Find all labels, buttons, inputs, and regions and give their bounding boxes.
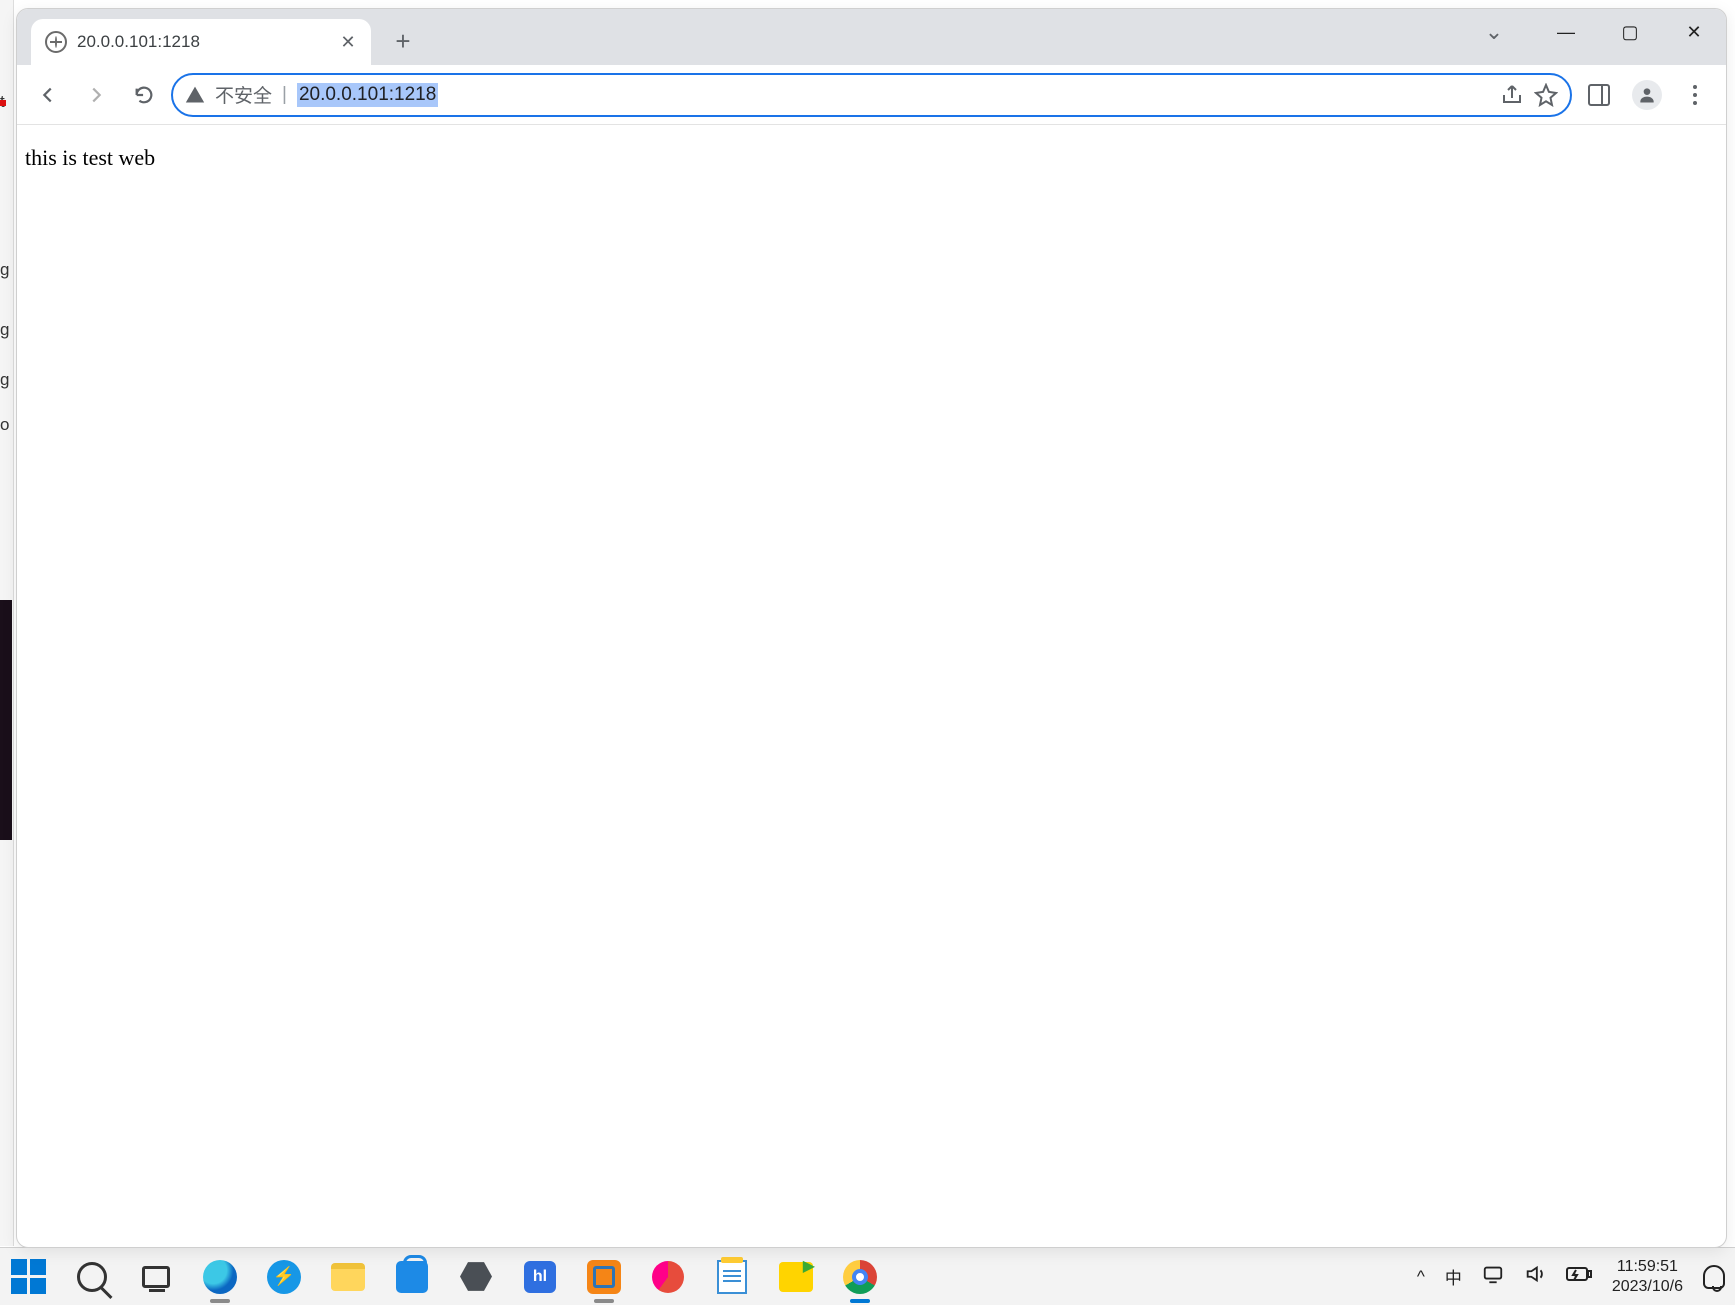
taskbar-search-button[interactable]	[74, 1259, 110, 1295]
file-explorer-icon[interactable]	[330, 1259, 366, 1295]
warning-icon	[185, 85, 205, 105]
start-button[interactable]	[10, 1259, 46, 1295]
ghost-char: g	[0, 370, 9, 390]
ime-indicator[interactable]: 中	[1445, 1264, 1462, 1289]
volume-icon[interactable]	[1524, 1263, 1546, 1290]
vmware-app-icon[interactable]	[586, 1259, 622, 1295]
minimize-button[interactable]: —	[1534, 9, 1598, 55]
side-panel-button[interactable]	[1578, 74, 1620, 116]
browser-toolbar: 不安全 | 20.0.0.101:1218	[17, 65, 1726, 125]
thunder-app-icon[interactable]	[266, 1259, 302, 1295]
bookmark-star-icon[interactable]	[1534, 83, 1558, 107]
chrome-menu-button[interactable]	[1674, 74, 1716, 116]
security-status: 不安全	[215, 81, 272, 108]
taskbar-clock[interactable]: 11:59:51 2023/10/6	[1612, 1257, 1683, 1295]
tab-strip: 20.0.0.101:1218 ✕ + ⌄ — ▢ ✕	[17, 9, 1726, 65]
window-caption-buttons: ⌄ — ▢ ✕	[1462, 9, 1726, 55]
forward-button[interactable]	[75, 74, 117, 116]
taskbar-pinned-apps: hl	[10, 1259, 878, 1295]
close-window-button[interactable]: ✕	[1662, 9, 1726, 55]
tab-search-button[interactable]: ⌄	[1462, 9, 1526, 55]
network-icon[interactable]	[1482, 1263, 1504, 1290]
reload-button[interactable]	[123, 74, 165, 116]
browser-tab[interactable]: 20.0.0.101:1218 ✕	[31, 19, 371, 65]
new-tab-button[interactable]: +	[383, 21, 423, 61]
clock-date: 2023/10/6	[1612, 1277, 1683, 1296]
potplayer-app-icon[interactable]	[778, 1259, 814, 1295]
hex-app-icon[interactable]	[458, 1259, 494, 1295]
page-content: this is test web	[17, 125, 1726, 191]
edge-app-icon[interactable]	[202, 1259, 238, 1295]
windows-taskbar: hl ^ 中 11:59:51 2023/10/6	[0, 1247, 1735, 1305]
avatar-icon	[1632, 80, 1662, 110]
chrome-app-icon[interactable]	[842, 1259, 878, 1295]
share-icon[interactable]	[1500, 83, 1524, 107]
notepad-app-icon[interactable]	[714, 1259, 750, 1295]
ghost-char: g	[0, 260, 9, 280]
separator: |	[282, 84, 287, 106]
clock-time: 11:59:51	[1612, 1257, 1683, 1276]
microsoft-store-icon[interactable]	[394, 1259, 430, 1295]
background-window-sliver: t g g g o	[0, 0, 14, 1246]
page-body-text: this is test web	[25, 145, 155, 170]
url-text: 20.0.0.101:1218	[297, 83, 438, 107]
system-tray: ^ 中 11:59:51 2023/10/6	[1417, 1257, 1725, 1295]
spiral-app-icon[interactable]	[650, 1259, 686, 1295]
ghost-char: g	[0, 320, 9, 340]
profile-button[interactable]	[1626, 74, 1668, 116]
todesk-app-icon[interactable]: hl	[522, 1259, 558, 1295]
tab-title: 20.0.0.101:1218	[77, 32, 329, 52]
tray-overflow-button[interactable]: ^	[1417, 1267, 1425, 1287]
maximize-button[interactable]: ▢	[1598, 9, 1662, 55]
battery-icon[interactable]	[1566, 1265, 1592, 1288]
back-button[interactable]	[27, 74, 69, 116]
globe-icon	[45, 31, 67, 53]
ghost-char: o	[0, 415, 9, 435]
task-view-button[interactable]	[138, 1259, 174, 1295]
notifications-button[interactable]	[1703, 1265, 1725, 1289]
address-bar[interactable]: 不安全 | 20.0.0.101:1218	[171, 73, 1572, 117]
chrome-window: 20.0.0.101:1218 ✕ + ⌄ — ▢ ✕ 不安全 | 20.0.0…	[16, 8, 1727, 1248]
close-tab-button[interactable]: ✕	[339, 33, 357, 51]
